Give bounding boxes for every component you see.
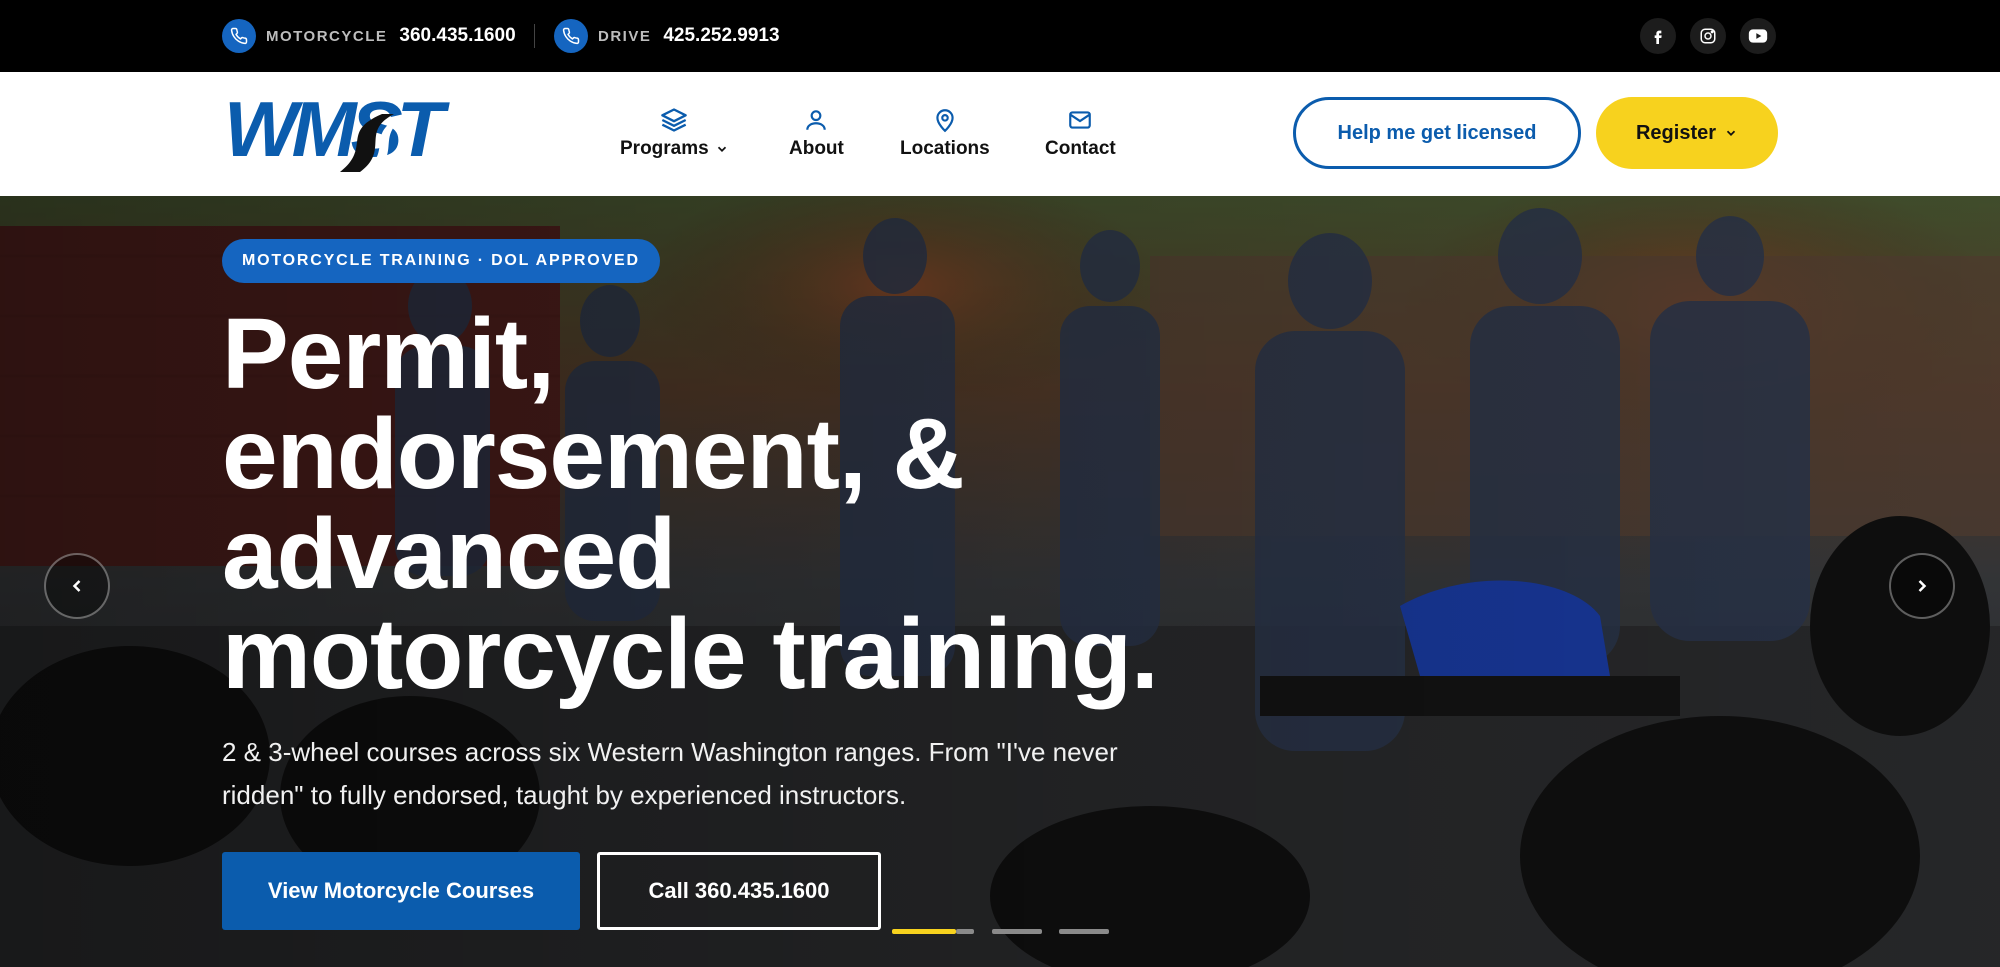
hero-headline-line: endorsement, & [222, 398, 965, 510]
map-pin-icon [930, 106, 960, 134]
hero-carousel: MOTORCYCLE TRAINING · DOL APPROVED Permi… [0, 196, 2000, 967]
hero-subtext: 2 & 3-wheel courses across six Western W… [222, 737, 1118, 810]
register-label: Register [1635, 121, 1717, 144]
hero-badge: MOTORCYCLE TRAINING · DOL APPROVED [222, 239, 660, 283]
carousel-dot[interactable] [1059, 929, 1109, 934]
top-bar: MOTORCYCLE 360.435.1600 DRIVE 425.252.99… [0, 0, 2000, 72]
topbar-divider [534, 24, 535, 48]
drive-phone[interactable]: DRIVE 425.252.9913 [554, 19, 780, 53]
nav-locations[interactable]: Locations [900, 106, 990, 166]
motorcycle-label: MOTORCYCLE [266, 27, 388, 45]
youtube-icon[interactable] [1740, 18, 1776, 54]
nav-about[interactable]: About [789, 106, 844, 166]
nav-programs-label: Programs [620, 138, 709, 159]
nav-contact[interactable]: Contact [1045, 106, 1116, 166]
help-me-get-licensed-button[interactable]: Help me get licensed [1293, 97, 1581, 169]
view-motorcycle-courses-button[interactable]: View Motorcycle Courses [222, 852, 580, 930]
site-header: WMST Programs About Locations Contact He… [0, 72, 2000, 196]
nav-programs[interactable]: Programs [620, 106, 729, 166]
phone-icon [222, 19, 256, 53]
register-button[interactable]: Register [1596, 97, 1778, 169]
motorcycle-phone-number[interactable]: 360.435.1600 [399, 25, 515, 47]
instagram-icon[interactable] [1690, 18, 1726, 54]
call-phone-button[interactable]: Call 360.435.1600 [597, 852, 881, 930]
hero-headline-line: advanced [222, 498, 676, 610]
chevron-down-icon [1726, 130, 1736, 136]
svg-text:WMST: WMST [224, 92, 451, 172]
carousel-dot[interactable] [992, 929, 1042, 934]
phone-icon [554, 19, 588, 53]
drive-phone-number[interactable]: 425.252.9913 [663, 25, 779, 47]
chevron-left-icon [72, 580, 81, 592]
hero-headline-line: motorcycle training. [222, 598, 1159, 710]
hero-headline: Permit, endorsement, & advanced motorcyc… [222, 304, 1322, 704]
chevron-right-icon [1918, 580, 1927, 592]
hero-headline-line: Permit, [222, 298, 555, 410]
carousel-next-button[interactable] [1889, 553, 1955, 619]
carousel-dot-active[interactable] [892, 929, 956, 934]
nav-contact-label: Contact [1045, 138, 1116, 159]
carousel-prev-button[interactable] [44, 553, 110, 619]
nav-about-label: About [789, 138, 844, 159]
mail-icon [1065, 106, 1095, 134]
user-icon [801, 106, 831, 134]
drive-label: DRIVE [598, 27, 652, 45]
layers-icon [659, 106, 689, 134]
motorcycle-phone[interactable]: MOTORCYCLE 360.435.1600 [222, 19, 516, 53]
site-logo[interactable]: WMST [222, 85, 457, 173]
carousel-dot-track [956, 929, 974, 934]
nav-locations-label: Locations [900, 138, 990, 159]
facebook-icon[interactable] [1640, 18, 1676, 54]
chevron-down-icon [717, 146, 726, 152]
